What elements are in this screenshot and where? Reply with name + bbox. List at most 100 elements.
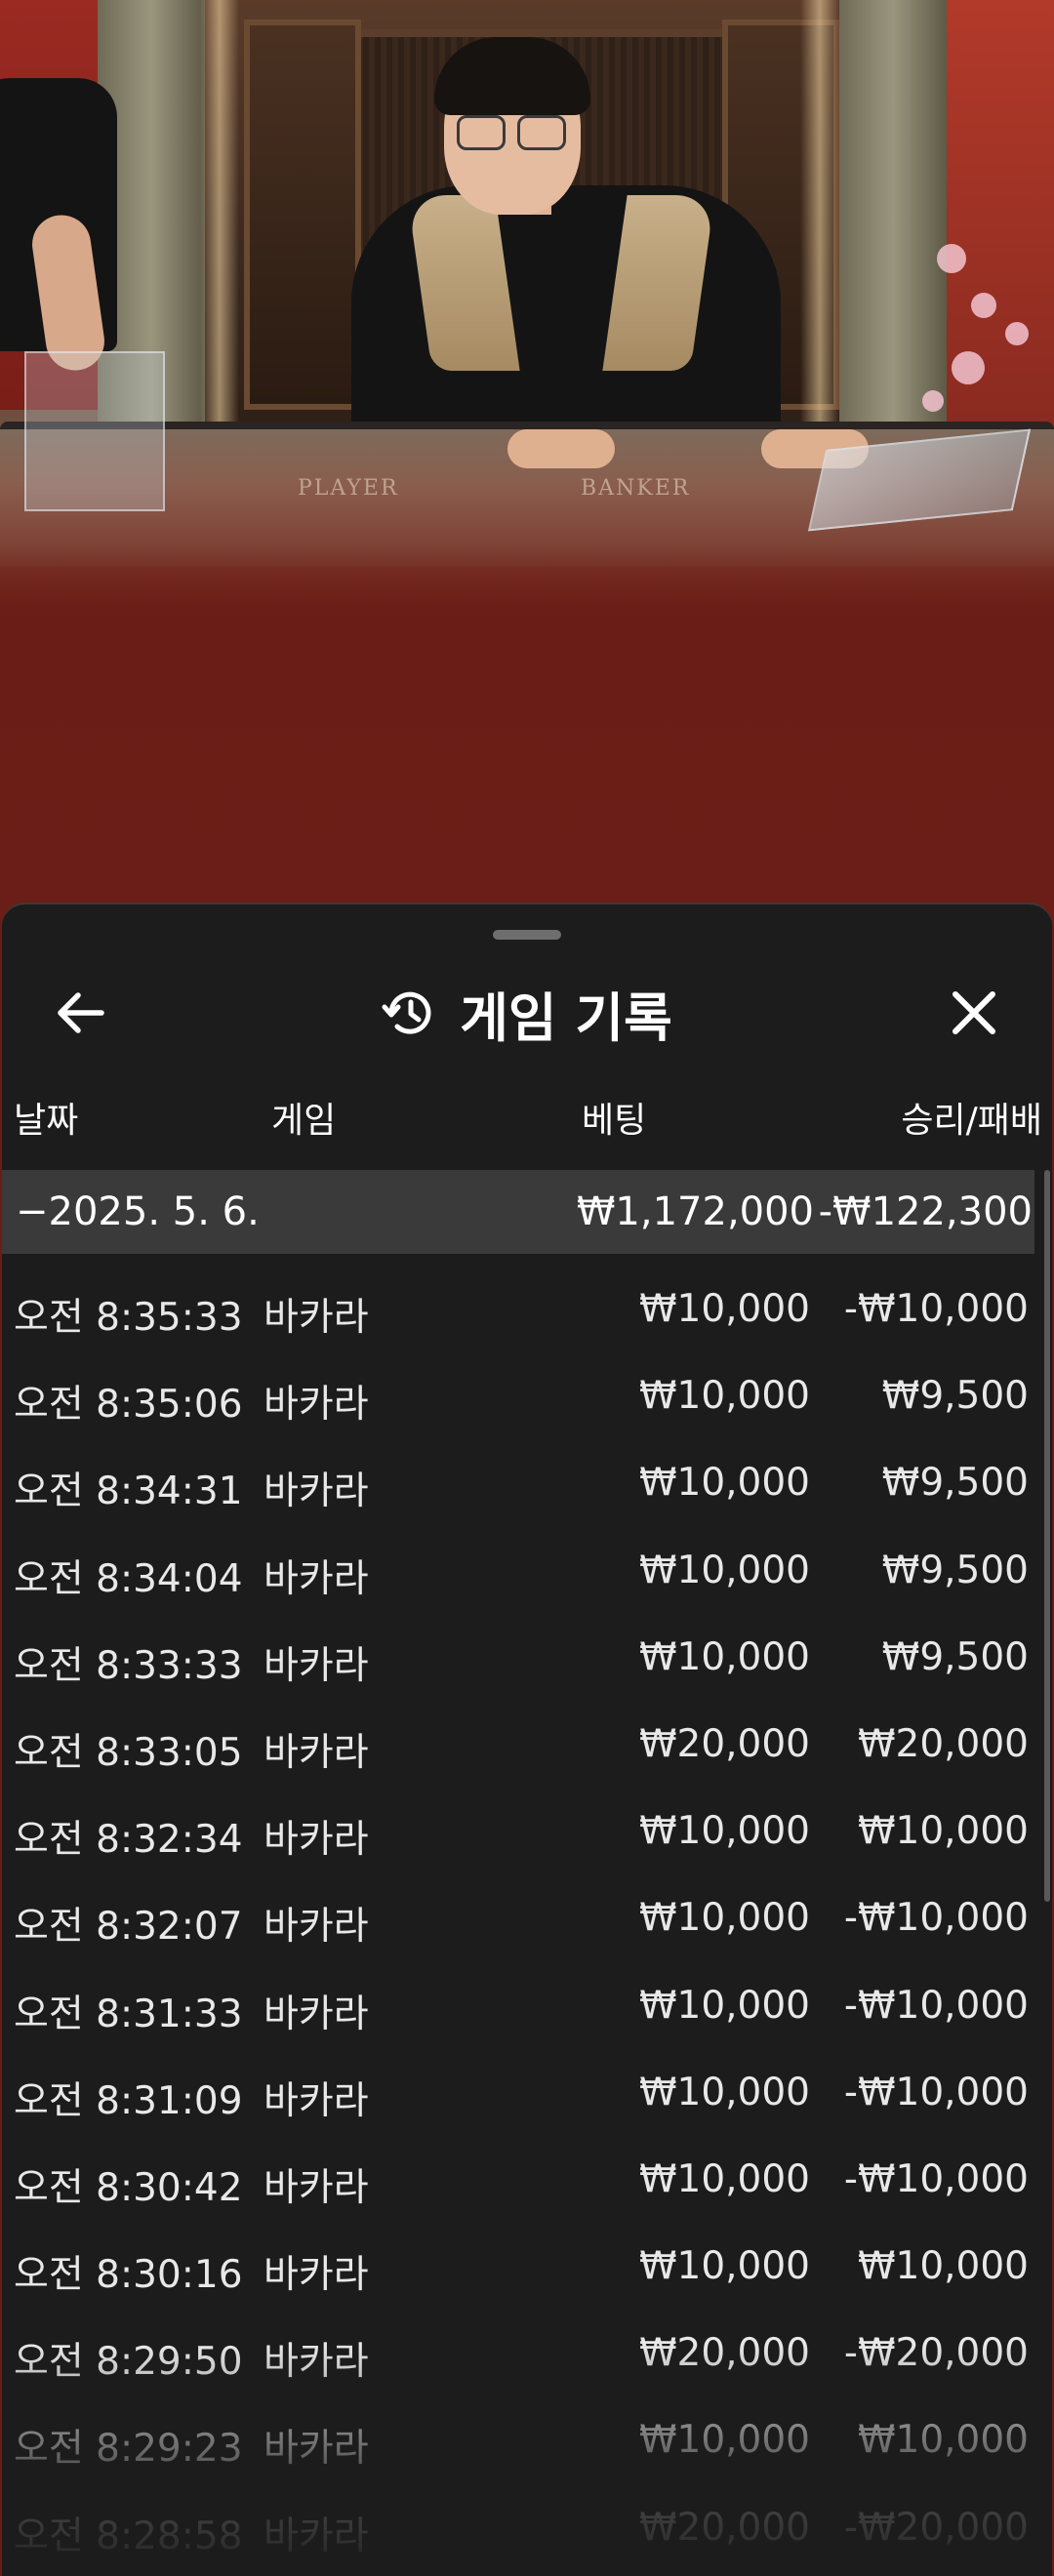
- row-time: 오전 8:35:33: [14, 1296, 243, 1340]
- sheet-drag-handle[interactable]: [493, 930, 561, 940]
- history-row[interactable]: 오전 8:34:31 바카라 ₩10,000 ₩9,500: [2, 1441, 1036, 1528]
- dealer-glasses: [457, 115, 506, 150]
- row-bet: ₩10,000: [638, 2156, 810, 2201]
- history-row[interactable]: 오전 8:32:34 바카라 ₩10,000 ₩10,000: [2, 1790, 1036, 1876]
- history-row[interactable]: 오전 8:33:05 바카라 ₩20,000 ₩20,000: [2, 1703, 1036, 1790]
- blossom-decoration: [952, 351, 985, 384]
- row-bet: ₩20,000: [638, 2331, 810, 2376]
- row-win-loss: ₩10,000: [857, 2418, 1029, 2463]
- blossom-decoration: [971, 293, 996, 318]
- row-bet: ₩10,000: [638, 1983, 810, 2028]
- table-player-label: PLAYER: [298, 476, 399, 501]
- row-win-loss: ₩9,500: [881, 1634, 1029, 1679]
- row-game: 바카라: [264, 1383, 369, 1428]
- row-win-loss: -₩10,000: [843, 2156, 1029, 2201]
- blossom-decoration: [1005, 322, 1029, 345]
- light-strip-left: [200, 0, 239, 429]
- row-time: 오전 8:31:33: [14, 1992, 243, 2036]
- row-game: 바카라: [264, 1643, 369, 1688]
- row-bet: ₩20,000: [638, 2505, 810, 2550]
- row-time: 오전 8:34:04: [14, 1556, 243, 1601]
- row-game: 바카라: [264, 1730, 369, 1775]
- row-bet: ₩10,000: [638, 2244, 810, 2289]
- dealer-hand: [507, 429, 615, 468]
- history-row[interactable]: 오전 8:35:06 바카라 ₩10,000 ₩9,500: [2, 1354, 1036, 1441]
- row-game: 바카라: [264, 1296, 369, 1340]
- row-bet: ₩10,000: [638, 1896, 810, 1941]
- history-list: 오전 8:35:33 바카라 ₩10,000 -₩10,000 오전 8:35:…: [2, 1268, 1052, 2573]
- sheet-header: 게임 기록: [2, 959, 1052, 1067]
- table-banker-label: BANKER: [581, 476, 691, 501]
- history-row[interactable]: 오전 8:29:23 바카라 ₩10,000 ₩10,000: [2, 2398, 1036, 2485]
- row-bet: ₩10,000: [638, 1287, 810, 1331]
- game-history-sheet: 게임 기록 날짜 게임 베팅 승리/패배 −2025. 5. 6. ₩1,172…: [2, 903, 1052, 2576]
- history-row[interactable]: 오전 8:35:33 바카라 ₩10,000 -₩10,000: [2, 1268, 1036, 1354]
- row-time: 오전 8:32:34: [14, 1818, 243, 1863]
- history-row[interactable]: 오전 8:31:33 바카라 ₩10,000 -₩10,000: [2, 1964, 1036, 2051]
- row-game: 바카라: [264, 2427, 369, 2472]
- row-time: 오전 8:30:42: [14, 2165, 243, 2210]
- row-game: 바카라: [264, 1905, 369, 1950]
- close-button[interactable]: [935, 979, 1013, 1047]
- wall-panel-left: [244, 20, 361, 410]
- column-header-date: 날짜: [14, 1101, 79, 1141]
- row-time: 오전 8:30:16: [14, 2253, 243, 2298]
- sheet-title: 게임 기록: [460, 986, 672, 1049]
- row-game: 바카라: [264, 1818, 369, 1863]
- table-header-row: 날짜 게임 베팅 승리/패배: [2, 1086, 1052, 1145]
- row-time: 오전 8:34:31: [14, 1469, 243, 1514]
- row-time: 오전 8:28:58: [14, 2514, 243, 2558]
- history-row[interactable]: 오전 8:30:42 바카라 ₩10,000 -₩10,000: [2, 2138, 1036, 2225]
- sheet-title-group: 게임 기록: [2, 979, 1052, 1049]
- row-game: 바카라: [264, 2514, 369, 2558]
- row-time: 오전 8:33:33: [14, 1643, 243, 1688]
- card-discard-box: [24, 351, 165, 511]
- row-bet: ₩10,000: [638, 2070, 810, 2114]
- row-time: 오전 8:29:50: [14, 2340, 243, 2385]
- row-bet: ₩10,000: [638, 1809, 810, 1854]
- live-dealer-video: PLAYER BANKER: [0, 0, 1054, 917]
- blossom-decoration: [922, 390, 944, 412]
- date-group-total-bet: ₩1,172,000: [576, 1189, 814, 1234]
- column-header-game: 게임: [271, 1101, 337, 1141]
- row-time: 오전 8:35:06: [14, 1383, 243, 1428]
- row-win-loss: -₩10,000: [843, 1983, 1029, 2028]
- row-win-loss: ₩9,500: [881, 1548, 1029, 1592]
- history-row[interactable]: 오전 8:30:16 바카라 ₩10,000 ₩10,000: [2, 2225, 1036, 2312]
- light-strip-right: [800, 0, 839, 429]
- history-row[interactable]: 오전 8:29:50 바카라 ₩20,000 -₩20,000: [2, 2312, 1036, 2398]
- row-time: 오전 8:31:09: [14, 2078, 243, 2123]
- row-game: 바카라: [264, 1992, 369, 2036]
- close-icon: [953, 991, 995, 1034]
- column-header-win-loss: 승리/패배: [901, 1101, 1042, 1141]
- dealer-glasses: [517, 115, 566, 150]
- row-game: 바카라: [264, 1556, 369, 1601]
- history-clock-icon: [382, 991, 431, 1034]
- row-bet: ₩10,000: [638, 1634, 810, 1679]
- row-win-loss: ₩10,000: [857, 2244, 1029, 2289]
- row-bet: ₩20,000: [638, 1721, 810, 1766]
- row-bet: ₩10,000: [638, 1461, 810, 1506]
- history-row[interactable]: 오전 8:33:33 바카라 ₩10,000 ₩9,500: [2, 1616, 1036, 1703]
- date-group-row[interactable]: −2025. 5. 6. ₩1,172,000 -₩122,300: [2, 1170, 1034, 1254]
- row-win-loss: -₩10,000: [843, 2070, 1029, 2114]
- history-row[interactable]: 오전 8:31:09 바카라 ₩10,000 -₩10,000: [2, 2051, 1036, 2138]
- row-win-loss: -₩10,000: [843, 1896, 1029, 1941]
- row-win-loss: ₩9,500: [881, 1374, 1029, 1419]
- history-row[interactable]: 오전 8:32:07 바카라 ₩10,000 -₩10,000: [2, 1876, 1036, 1963]
- history-row[interactable]: 오전 8:34:04 바카라 ₩10,000 ₩9,500: [2, 1529, 1036, 1616]
- row-win-loss: ₩20,000: [857, 1721, 1029, 1766]
- pillar-right: [839, 0, 947, 429]
- row-win-loss: -₩20,000: [843, 2331, 1029, 2376]
- blossom-decoration: [937, 244, 966, 273]
- app-root: PLAYER BANKER 게임 기록 날짜 게임 베팅 승리/패배 −2025…: [0, 0, 1054, 2576]
- row-bet: ₩10,000: [638, 1548, 810, 1592]
- row-game: 바카라: [264, 2253, 369, 2298]
- row-win-loss: ₩10,000: [857, 1809, 1029, 1854]
- history-row[interactable]: 오전 8:28:58 바카라 ₩20,000 -₩20,000: [2, 2486, 1036, 2573]
- row-game: 바카라: [264, 2078, 369, 2123]
- row-game: 바카라: [264, 2340, 369, 2385]
- row-win-loss: -₩20,000: [843, 2505, 1029, 2550]
- row-time: 오전 8:33:05: [14, 1730, 243, 1775]
- row-bet: ₩10,000: [638, 2418, 810, 2463]
